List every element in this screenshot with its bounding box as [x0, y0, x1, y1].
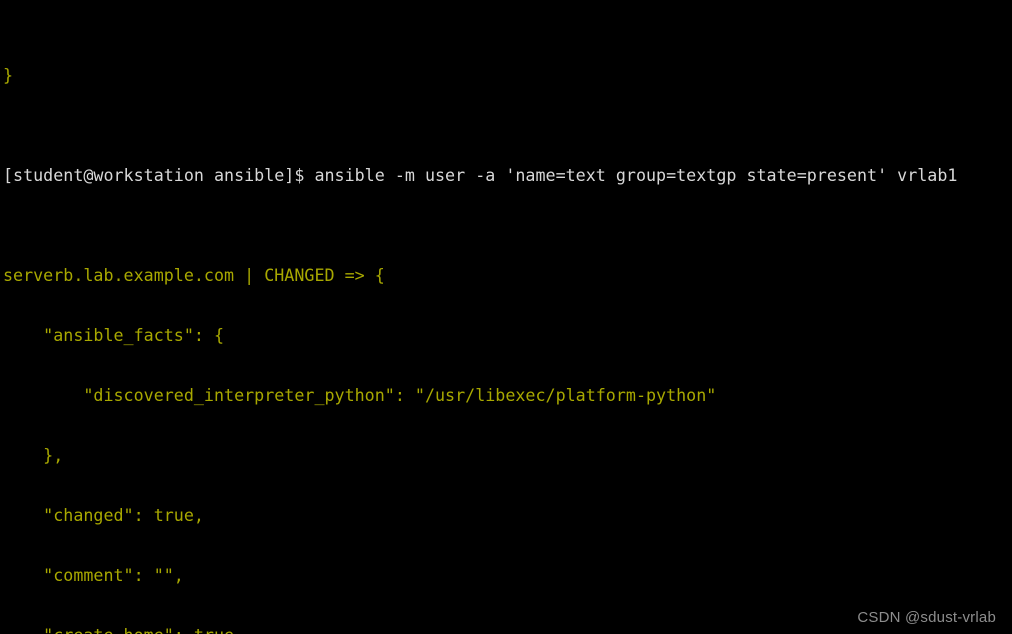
json-line: "ansible_facts": {	[3, 325, 225, 345]
json-line: "discovered_interpreter_python": "/usr/l…	[3, 385, 717, 405]
host-result-header-serverb: serverb.lab.example.com | CHANGED => {	[3, 265, 385, 285]
csdn-watermark: CSDN @sdust-vrlab	[857, 609, 996, 626]
terminal-window[interactable]: } [student@workstation ansible]$ ansible…	[0, 0, 1012, 634]
scrollback-clipped-line: }	[3, 65, 14, 85]
json-line: "changed": true,	[3, 505, 204, 525]
json-line: "create_home": true,	[0, 625, 1012, 634]
json-line: "comment": "",	[3, 565, 184, 585]
terminal-screen[interactable]: } [student@workstation ansible]$ ansible…	[0, 0, 1012, 634]
json-line: },	[3, 445, 64, 465]
command-line[interactable]: [student@workstation ansible]$ ansible -…	[0, 165, 1012, 185]
